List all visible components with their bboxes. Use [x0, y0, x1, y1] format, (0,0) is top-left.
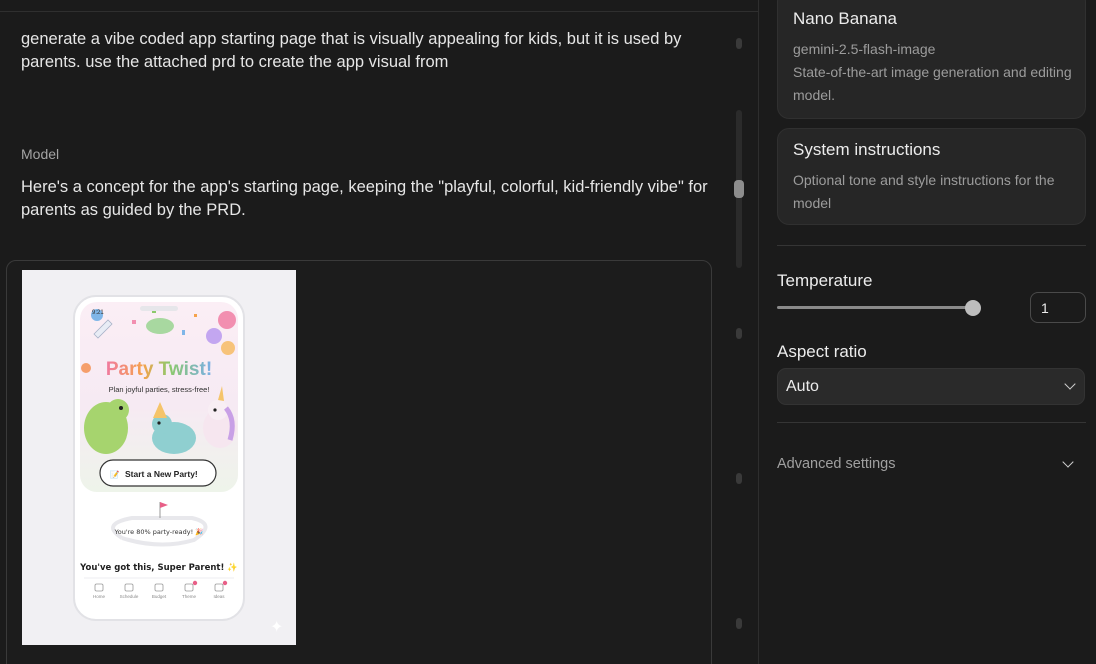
- temperature-input[interactable]: [1030, 292, 1086, 323]
- rail-marker[interactable]: [736, 473, 742, 484]
- user-message: generate a vibe coded app starting page …: [21, 30, 682, 71]
- temperature-slider-handle[interactable]: [965, 300, 981, 316]
- system-instructions-title: System instructions: [793, 140, 941, 159]
- progress-text: You're 80% party-ready! 🎉: [114, 528, 204, 536]
- rail-marker[interactable]: [736, 618, 742, 629]
- chat-pane: generate a vibe coded app starting page …: [0, 0, 758, 664]
- system-instructions-card[interactable]: System instructions Optional tone and st…: [777, 128, 1086, 225]
- run-settings-panel: Nano Banana gemini-2.5-flash-image State…: [759, 0, 1096, 664]
- model-id: gemini-2.5-flash-image: [793, 41, 936, 57]
- system-instructions-placeholder: Optional tone and style instructions for…: [793, 172, 1055, 211]
- model-role-label: Model: [21, 146, 60, 162]
- chevron-down-icon: [1064, 378, 1076, 390]
- cta-emoji-icon: 📝: [110, 470, 119, 479]
- encouragement-text: You've got this, Super Parent! ✨: [79, 562, 238, 573]
- rail-marker[interactable]: [736, 38, 742, 49]
- temperature-slider-track[interactable]: [777, 306, 974, 309]
- nav-label-budget: Budget: [152, 594, 167, 599]
- generated-image[interactable]: ✦ 9:21 Party Twist! Plan joyful parties,…: [22, 270, 296, 645]
- model-message: Here's a concept for the app's starting …: [21, 178, 708, 219]
- section-divider: [777, 245, 1086, 246]
- nav-label-ideas: Ideas: [213, 594, 225, 599]
- aspect-ratio-value: Auto: [786, 378, 819, 395]
- section-divider: [777, 422, 1086, 423]
- model-selector-card[interactable]: Nano Banana gemini-2.5-flash-image State…: [777, 0, 1086, 119]
- chevron-down-icon[interactable]: [1062, 456, 1074, 468]
- aspect-ratio-label: Aspect ratio: [777, 342, 867, 361]
- theme-badge: [192, 580, 198, 586]
- aspect-ratio-select[interactable]: Auto: [777, 368, 1085, 405]
- nav-label-theme: Theme: [182, 594, 197, 599]
- svg-text:✦: ✦: [270, 617, 283, 636]
- status-time: 9:21: [92, 310, 104, 316]
- model-description: State-of-the-art image generation and ed…: [793, 64, 1072, 103]
- app-title: Party Twist!: [106, 359, 212, 380]
- temperature-label: Temperature: [777, 271, 873, 290]
- top-divider: [0, 11, 758, 12]
- app-tagline: Plan joyful parties, stress-free!: [109, 385, 210, 394]
- nav-label-schedule: Schedule: [120, 594, 139, 599]
- ideas-badge: [222, 580, 228, 586]
- rail-marker[interactable]: [736, 328, 742, 339]
- app-mockup-illustration: ✦ 9:21 Party Twist! Plan joyful parties,…: [73, 295, 283, 636]
- model-name: Nano Banana: [793, 9, 897, 28]
- chat-scroll-rail[interactable]: [734, 30, 744, 650]
- advanced-settings-toggle[interactable]: Advanced settings: [777, 456, 896, 472]
- nav-label-home: Home: [93, 594, 106, 599]
- scroll-thumb[interactable]: [734, 180, 744, 198]
- cta-label: Start a New Party!: [125, 469, 198, 479]
